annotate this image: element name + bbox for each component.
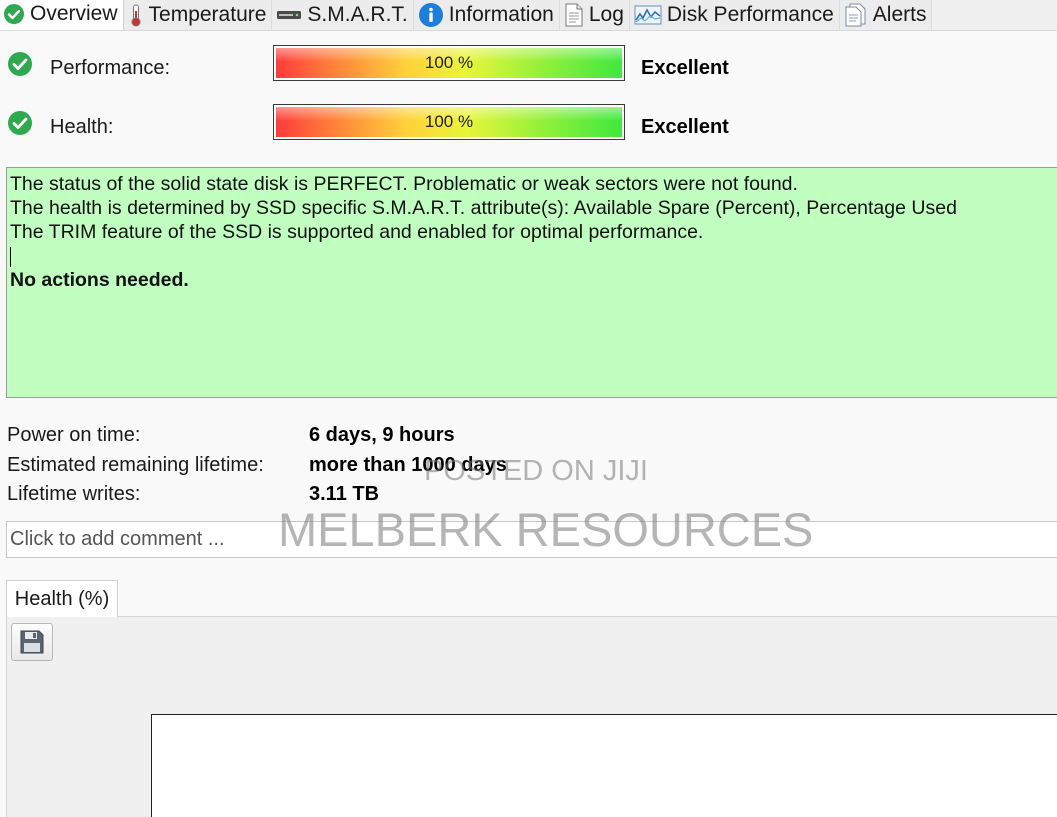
performance-gauge: 100 %	[273, 45, 625, 81]
tab-health-percent[interactable]: Health (%)	[6, 580, 118, 617]
subtab-label: Health (%)	[14, 587, 110, 610]
remaining-lifetime-label: Estimated remaining lifetime:	[7, 454, 264, 476]
performance-rating: Excellent	[641, 57, 729, 79]
status-line: The status of the solid state disk is PE…	[10, 173, 798, 195]
tab-label: Information	[448, 3, 554, 26]
tab-label: Disk Performance	[666, 3, 834, 26]
lifetime-writes-label: Lifetime writes:	[7, 483, 141, 505]
lifetime-writes-value: 3.11 TB	[309, 483, 380, 505]
health-chart-area	[151, 714, 1057, 817]
health-label: Health:	[50, 116, 114, 138]
health-gauge: 100 %	[273, 104, 625, 140]
text-caret	[10, 244, 1054, 268]
tab-information[interactable]: Information	[413, 0, 560, 30]
power-on-value: 6 days, 9 hours	[309, 424, 455, 446]
tab-label: Overview	[30, 2, 118, 25]
power-on-label: Power on time:	[7, 424, 141, 446]
save-chart-button[interactable]	[11, 623, 53, 661]
overview-panel: Overview Temperature S.M.A.R.T. Informat…	[0, 0, 1057, 817]
health-gauge-text: 100 %	[424, 112, 474, 131]
tab-disk-performance[interactable]: Disk Performance	[629, 0, 840, 30]
alerts-icon	[845, 3, 866, 27]
comment-input[interactable]	[6, 521, 1057, 558]
tab-label: S.M.A.R.T.	[307, 3, 408, 26]
check-circle-icon	[8, 111, 32, 135]
info-icon	[418, 3, 443, 27]
tab-strip: Overview Temperature S.M.A.R.T. Informat…	[0, 0, 1057, 31]
performance-graph-icon	[634, 5, 662, 25]
thermometer-icon	[131, 4, 141, 27]
performance-label: Performance:	[50, 57, 171, 79]
status-line: The TRIM feature of the SSD is supported…	[10, 221, 704, 243]
tab-label: Log	[588, 3, 624, 26]
tab-label: Alerts	[872, 3, 927, 26]
health-rating: Excellent	[641, 116, 729, 138]
tab-label: Temperature	[148, 3, 267, 26]
performance-gauge-text: 100 %	[424, 53, 474, 72]
document-icon	[565, 3, 583, 27]
tab-alerts[interactable]: Alerts	[839, 0, 933, 30]
remaining-lifetime-value: more than 1000 days	[309, 454, 507, 476]
drive-icon	[277, 11, 302, 19]
tab-overview[interactable]: Overview	[0, 0, 124, 30]
tab-smart[interactable]: S.M.A.R.T.	[272, 0, 414, 30]
status-action: No actions needed.	[10, 269, 189, 291]
status-text-box[interactable]: The status of the solid state disk is PE…	[6, 167, 1057, 398]
floppy-disk-icon	[20, 630, 44, 654]
tab-temperature[interactable]: Temperature	[123, 0, 273, 30]
tab-log[interactable]: Log	[559, 0, 630, 30]
status-line: The health is determined by SSD specific…	[10, 197, 957, 219]
check-circle-icon	[8, 52, 32, 76]
check-circle-icon	[4, 4, 24, 24]
